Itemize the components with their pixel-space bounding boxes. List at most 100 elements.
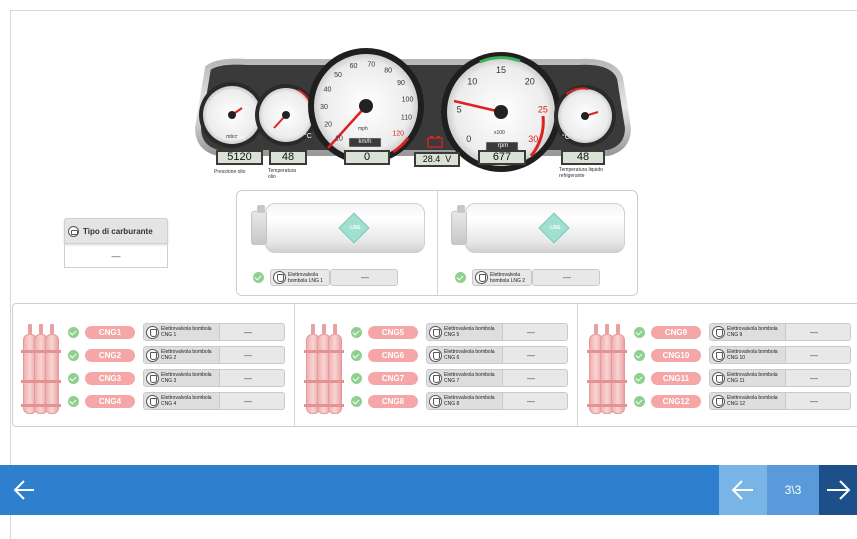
oil-pressure-value: 5120 [216,150,263,165]
valve-icon [712,371,725,385]
cng-group-3: CNG9 Elettrovalvola bombola CNG 9 — CNG10 El… [579,304,857,426]
cng-tag: CNG1 [85,325,135,339]
cng-tag: CNG11 [651,371,701,385]
cng-valve: Elettrovalvola bombola CNG 8 — [426,392,568,410]
lng-tank-1: LNG [247,199,427,257]
cng-valve-value: — [527,350,535,360]
cng-row: CNG10 Elettrovalvola bombola CNG 10 — [634,346,851,364]
cng-valve: Elettrovalvola bombola CNG 12 — [709,392,851,410]
prev-page-button[interactable] [719,465,767,515]
cng-valve-label-box: Elettrovalvola bombola CNG 1 [144,324,220,340]
oil-pressure-label: Pressione olio [214,169,246,175]
cng-valve: Elettrovalvola bombola CNG 3 — [143,369,285,387]
cng-valve-label-box: Elettrovalvola bombola CNG 10 [710,347,786,363]
cng-tag: CNG3 [85,371,135,385]
status-ok-icon [68,349,79,361]
speed-value: 0 [344,150,390,165]
gauge-tick-label: 50 [334,72,342,79]
cng-cylinders-icon [587,320,627,416]
back-button[interactable] [10,477,40,503]
cng-tag: CNG4 [85,394,135,408]
cng-valve-value: — [527,373,535,383]
cng-valve: Elettrovalvola bombola CNG 5 — [426,323,568,341]
cng-tag: CNG5 [368,325,418,339]
arrow-left-icon [13,480,34,500]
gauge-tick-label: 70 [367,62,375,69]
cng-valve-label-box: Elettrovalvola bombola CNG 6 [427,347,503,363]
cng-valve-label-box: Elettrovalvola bombola CNG 3 [144,370,220,386]
cng-tag: CNG8 [368,394,418,408]
gauge-tick-label: 20 [324,121,332,128]
status-ok-icon [68,326,79,338]
cng-valve: Elettrovalvola bombola CNG 10 — [709,346,851,364]
coolant-temp-value: 48 [561,150,605,165]
valve-icon [429,394,442,408]
cng-valve: Elettrovalvola bombola CNG 7 — [426,369,568,387]
cng-valve-value: — [810,327,818,337]
cng-valve-value: — [244,350,252,360]
status-ok-icon [455,272,466,283]
lng-valve-2: Elettrovalvola bombola LNG 2 [472,269,532,286]
cng-row: CNG1 Elettrovalvola bombola CNG 1 — [68,323,285,341]
lng-valve-row-1: Elettrovalvola bombola LNG 1 — [253,269,398,286]
gauge-tick-label: 110 [401,115,412,122]
cng-tag: CNG7 [368,371,418,385]
cng-row: CNG11 Elettrovalvola bombola CNG 11 — [634,369,851,387]
bottom-nav-bar: 3\3 [0,465,857,515]
status-ok-icon [68,372,79,384]
arrow-left-icon [731,480,753,500]
cng-cylinders-icon [304,320,344,416]
cng-tag: CNG2 [85,348,135,362]
gauge-tick-label: 10 [335,136,343,143]
coolant-temp-gauge: °C [554,85,616,147]
status-ok-icon [351,372,362,384]
gauge-tick-label: 25 [538,105,548,115]
valve-icon [712,348,725,362]
speed-unit: km/h [358,139,372,145]
lng-valve-1: Elettrovalvola bombola LNG 1 [270,269,330,286]
gauge-tick-label: 40 [324,87,332,94]
valve-icon [146,348,159,362]
cng-valve-value: — [244,396,252,406]
fuel-type-header: Tipo di carburante [64,218,168,244]
cng-valve-label-box: Elettrovalvola bombola CNG 5 [427,324,503,340]
oil-pressure-unit: mbar [234,135,246,141]
cng-valve-value: — [244,327,252,337]
lng-valve-1-value: — [330,269,398,286]
gauge-tick-label: 0 [466,134,471,144]
page-indicator: 3\3 [767,465,819,515]
lng-divider [437,191,438,295]
gauge-tick-label: 100 [402,97,414,104]
cng-valve-label-box: Elettrovalvola bombola CNG 11 [710,370,786,386]
cng-cylinders-icon [21,320,61,416]
valve-icon [712,325,725,339]
cng-tag: CNG6 [368,348,418,362]
cng-valve: Elettrovalvola bombola CNG 6 — [426,346,568,364]
oil-temp-value: 48 [269,150,307,165]
cng-valve: Elettrovalvola bombola CNG 1 — [143,323,285,341]
rpm-value: 677 [478,150,526,165]
cng-valve-label-box: Elettrovalvola bombola CNG 12 [710,393,786,409]
status-ok-icon [351,349,362,361]
valve-icon [429,325,442,339]
cng-valve: Elettrovalvola bombola CNG 4 — [143,392,285,410]
cng-valve: Elettrovalvola bombola CNG 2 — [143,346,285,364]
cng-group-1: CNG1 Elettrovalvola bombola CNG 1 — CNG2 Ele… [13,304,295,426]
next-page-button[interactable] [819,465,857,515]
valve-icon [146,325,159,339]
cng-row: CNG3 Elettrovalvola bombola CNG 3 — [68,369,285,387]
cng-valve-value: — [810,396,818,406]
lng-valve-row-2: Elettrovalvola bombola LNG 2 — [455,269,600,286]
cng-valve-label-box: Elettrovalvola bombola CNG 7 [427,370,503,386]
status-ok-icon [634,349,645,361]
gauge-tick-label: 5 [457,105,462,115]
cng-valve-value: — [527,396,535,406]
cng-row: CNG9 Elettrovalvola bombola CNG 9 — [634,323,851,341]
cng-valve-label-box: Elettrovalvola bombola CNG 4 [144,393,220,409]
gauge-tick-label: 120 [392,130,404,137]
status-ok-icon [634,326,645,338]
valve-icon [429,348,442,362]
cng-tag: CNG10 [651,348,701,362]
cng-valve-value: — [810,373,818,383]
gauge-tick-label: 90 [397,80,405,87]
